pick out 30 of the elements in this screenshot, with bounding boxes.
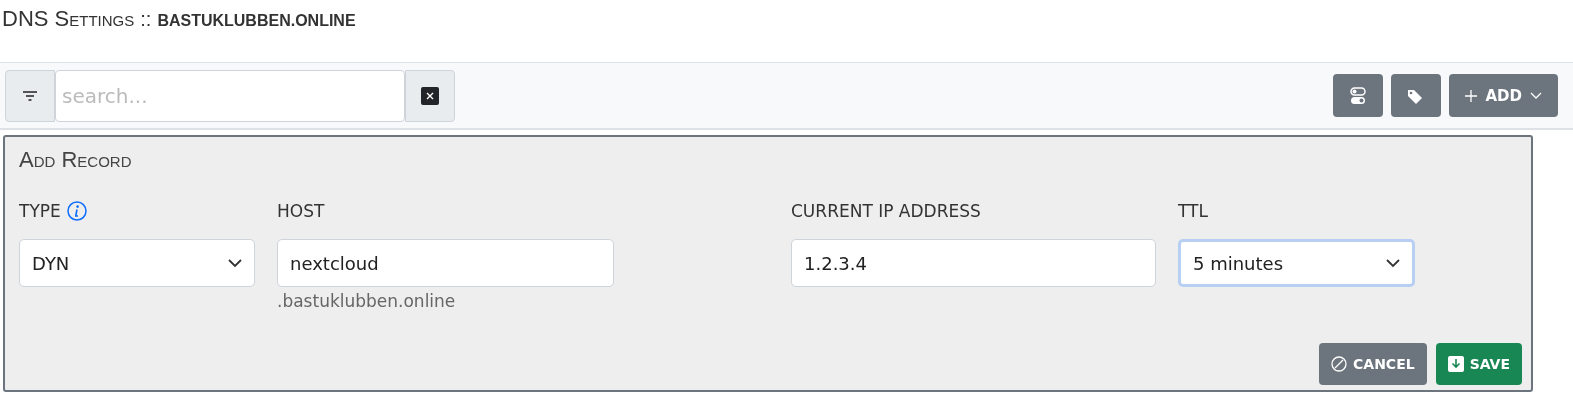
info-icon[interactable] [66, 201, 87, 221]
title-separator: :: [140, 8, 152, 31]
panel-title: Add Record [19, 147, 133, 173]
select-field[interactable]: 5 minutes [1178, 239, 1415, 287]
save-icon [1447, 356, 1464, 372]
search-field[interactable]: search... [55, 69, 405, 122]
filter-icon [23, 90, 37, 101]
chevron-down-icon [1386, 258, 1400, 268]
toggle-button[interactable] [1333, 74, 1384, 117]
ban-icon [1331, 356, 1348, 372]
chevron-down-icon [228, 258, 242, 268]
domain-name: BASTUKLUBBEN.ONLINE [157, 12, 356, 30]
tags-button[interactable] [1391, 74, 1442, 117]
field-label: HOST [277, 201, 325, 221]
field-label: TYPE [19, 201, 61, 221]
text-field[interactable]: nextcloud [277, 239, 614, 287]
field-label: TTL [1178, 201, 1208, 221]
add-button[interactable]: ADD [1449, 74, 1558, 117]
field-hint: .bastuklubben.online [277, 291, 457, 311]
field-label: CURRENT IP ADDRESS [791, 201, 981, 221]
close-icon [421, 86, 439, 105]
plus-icon [1465, 89, 1478, 102]
save-button[interactable]: SAVE [1435, 343, 1522, 385]
toggle-icon [1350, 86, 1367, 105]
page-title: DNS Settings [2, 6, 135, 32]
text-field[interactable]: 1.2.3.4 [791, 239, 1156, 287]
clear-button[interactable] [405, 69, 455, 122]
cancel-button[interactable]: CANCEL [1319, 343, 1427, 385]
caret-icon [1530, 91, 1542, 100]
select-field[interactable]: DYN [19, 239, 255, 287]
